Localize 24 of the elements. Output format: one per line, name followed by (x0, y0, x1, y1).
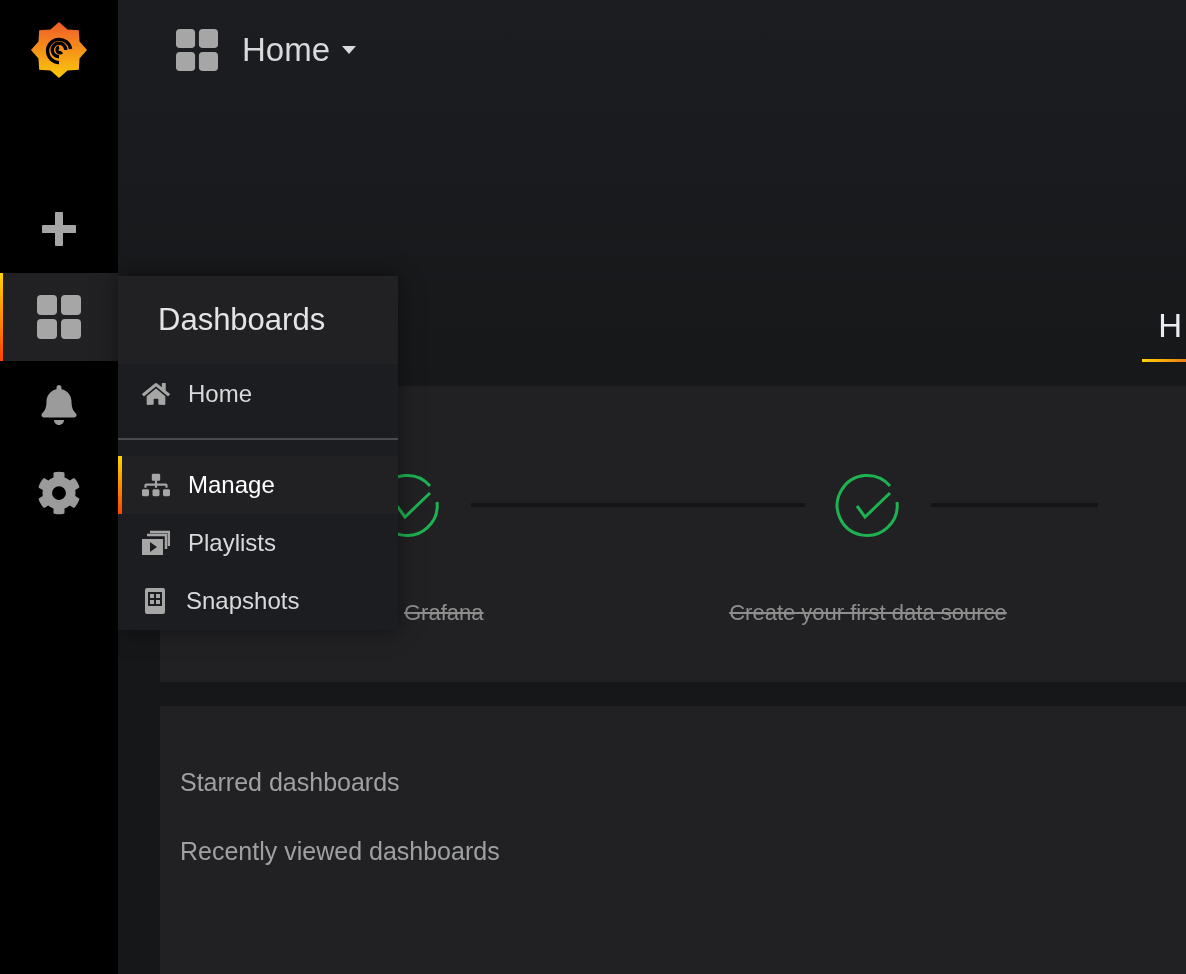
menu-item[interactable]: Home (118, 364, 398, 424)
menu-item[interactable]: Snapshots (118, 572, 398, 630)
sidebar-item[interactable] (0, 273, 118, 361)
dashboard-picker[interactable]: Home (242, 31, 357, 69)
dashboards-icon (176, 29, 218, 71)
menu-title: Dashboards (118, 276, 398, 364)
step-label[interactable]: Create your first data source (729, 600, 1007, 626)
caret-icon (342, 46, 357, 54)
logo-icon[interactable] (30, 19, 88, 81)
home-icon (142, 380, 170, 408)
step-label[interactable]: Grafana (404, 600, 484, 626)
check-circle-icon (835, 472, 901, 538)
section-title: Recently viewed dashboards (180, 837, 501, 866)
sitemap-icon (142, 471, 170, 499)
section-title: Starred dashboards (180, 768, 401, 797)
menu-item[interactable]: Playlists (118, 514, 398, 572)
bell-icon (39, 385, 79, 425)
dashboards-icon (37, 295, 81, 339)
tab[interactable]: H (1142, 307, 1186, 362)
settings-icon (37, 471, 81, 515)
snapshot-icon (142, 587, 168, 615)
playlist-icon (142, 530, 170, 556)
plus-icon (42, 212, 76, 246)
menu-item[interactable]: Manage (118, 456, 398, 514)
